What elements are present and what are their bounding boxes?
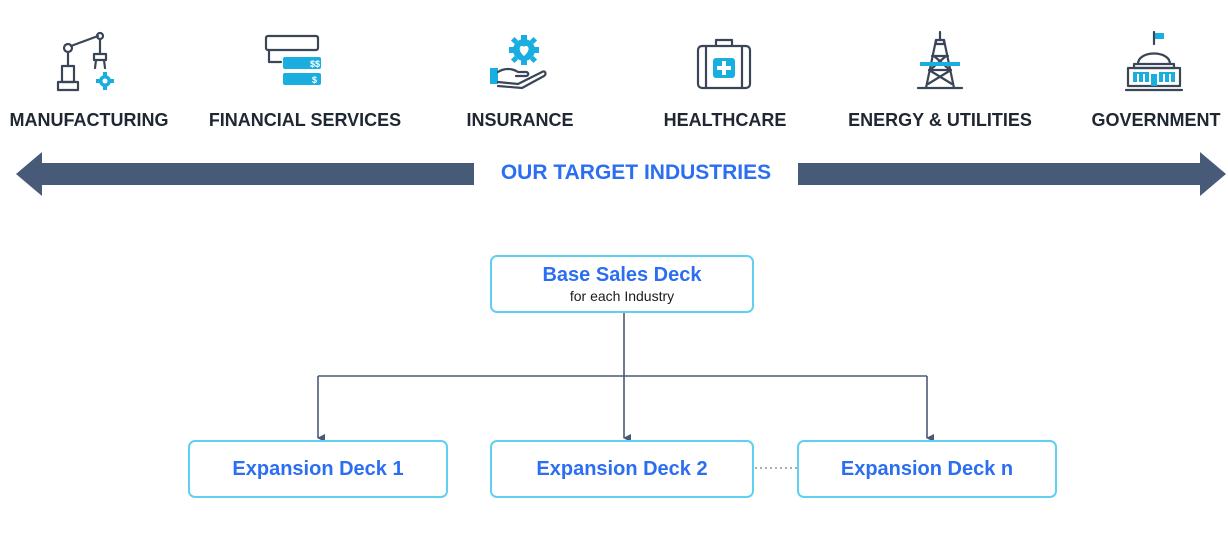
expansion-deck-n-box: Expansion Deck n [797,440,1057,498]
expansion-deck-2-box: Expansion Deck 2 [490,440,754,498]
expansion-deck-1-box: Expansion Deck 1 [188,440,448,498]
base-sales-deck-subtitle: for each Industry [569,288,675,304]
base-sales-deck-box: Base Sales Deck for each Industry [490,255,754,313]
base-sales-deck-title: Base Sales Deck [542,264,702,286]
